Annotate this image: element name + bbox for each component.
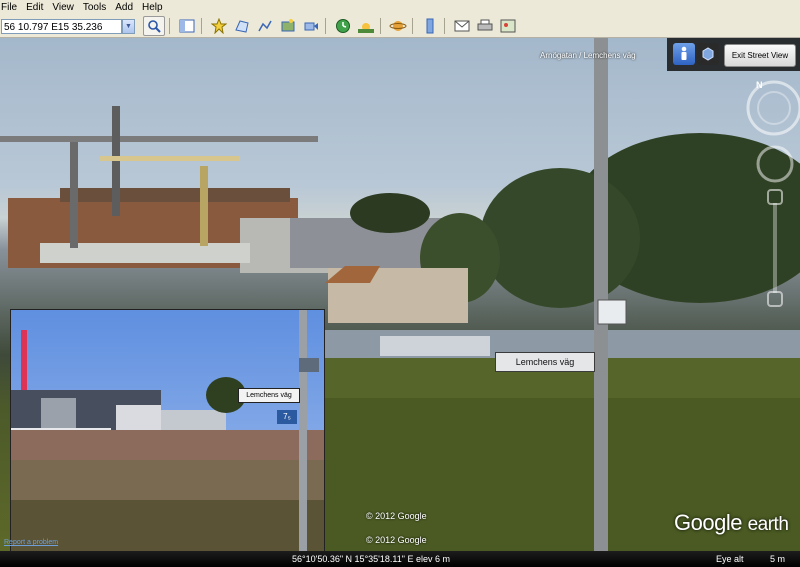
view-in-maps-button[interactable] — [498, 17, 518, 35]
street-view-controls: Exit Street View — [667, 38, 800, 71]
sidebar-toggle-button[interactable] — [177, 17, 197, 35]
inset-photo: Lemchens väg 7₅ — [10, 309, 325, 567]
add-placemark-button[interactable] — [209, 17, 229, 35]
svg-text:N: N — [756, 80, 763, 90]
print-button[interactable] — [475, 17, 495, 35]
inset-house-number-sign: 7₅ — [283, 412, 291, 421]
eye-alt-value: 5 m — [770, 554, 786, 564]
eye-alt-label: Eye alt — [716, 554, 744, 564]
polygon-icon — [235, 20, 249, 33]
sunlight-button[interactable] — [356, 17, 376, 35]
toolbar-separator — [412, 18, 413, 34]
planets-button[interactable] — [388, 17, 408, 35]
menu-file[interactable]: File — [0, 2, 26, 13]
planet-icon — [389, 21, 407, 31]
search-input[interactable]: 56 10.797 E15 35.236 — [1, 18, 122, 34]
record-tour-button[interactable] — [301, 17, 321, 35]
street-view-scene[interactable]: Lemchens väg N Lemchens väg 7₅ — [0, 38, 800, 567]
google-earth-logo: Google earth — [674, 510, 789, 536]
inset-photo-image — [11, 310, 324, 567]
menu-add[interactable]: Add — [115, 2, 142, 13]
add-polygon-button[interactable] — [232, 17, 252, 35]
status-coordinates: 56°10'50.36" N 15°35'18.11" E elev 6 m — [292, 554, 450, 564]
image-overlay-icon — [281, 19, 295, 32]
toolbar-separator — [201, 18, 202, 34]
photo-mode-button[interactable] — [697, 43, 719, 65]
zoom-slider[interactable] — [765, 188, 785, 308]
clock-icon — [336, 19, 350, 33]
envelope-icon — [454, 20, 470, 32]
email-button[interactable] — [452, 17, 472, 35]
search-button[interactable] — [143, 16, 165, 36]
toolbar-separator — [325, 18, 326, 34]
add-image-overlay-button[interactable] — [278, 17, 298, 35]
street-sign: Lemchens väg — [495, 352, 595, 372]
historical-imagery-button[interactable] — [333, 17, 353, 35]
ruler-button[interactable] — [420, 17, 440, 35]
cube-icon — [702, 47, 714, 61]
search-dropdown-arrow[interactable]: ▼ — [122, 18, 135, 34]
menu-edit[interactable]: Edit — [26, 2, 52, 13]
look-joystick[interactable] — [755, 144, 795, 184]
add-path-button[interactable] — [255, 17, 275, 35]
toolbar-separator — [380, 18, 381, 34]
record-tour-icon — [304, 22, 318, 31]
street-name-label: Arnögatan / Lemchens väg — [540, 51, 636, 60]
google-earth-logo-earth: earth — [747, 514, 789, 535]
copyright-text: © 2012 Google — [366, 511, 427, 521]
map-icon — [500, 19, 516, 33]
menu-bar: File Edit View Tools Add Help — [0, 0, 800, 15]
ground-level-button[interactable] — [673, 43, 695, 65]
menu-tools[interactable]: Tools — [83, 2, 115, 13]
toolbar-separator — [444, 18, 445, 34]
report-problem-link[interactable]: Report a problem — [4, 539, 58, 546]
printer-icon — [477, 19, 493, 31]
sidebar-icon — [179, 19, 195, 33]
toolbar: 56 10.797 E15 35.236 ▼ — [0, 15, 800, 38]
pushpin-icon — [211, 18, 227, 34]
exit-street-view-button[interactable]: Exit Street View — [724, 44, 796, 67]
toolbar-separator — [169, 18, 170, 34]
sun-icon — [358, 23, 374, 33]
pegman-icon — [681, 46, 687, 60]
navigation-compass[interactable]: N — [744, 78, 800, 138]
status-bar: 56°10'50.36" N 15°35'18.11" E elev 6 m E… — [0, 551, 800, 567]
menu-help[interactable]: Help — [142, 2, 172, 13]
path-icon — [258, 20, 272, 32]
ruler-icon — [426, 18, 434, 34]
inset-street-sign: Lemchens väg — [238, 388, 300, 403]
google-earth-logo-google: Google — [674, 510, 742, 535]
copyright-text: © 2012 Google — [366, 535, 427, 545]
search-icon — [148, 20, 161, 33]
menu-view[interactable]: View — [52, 2, 83, 13]
